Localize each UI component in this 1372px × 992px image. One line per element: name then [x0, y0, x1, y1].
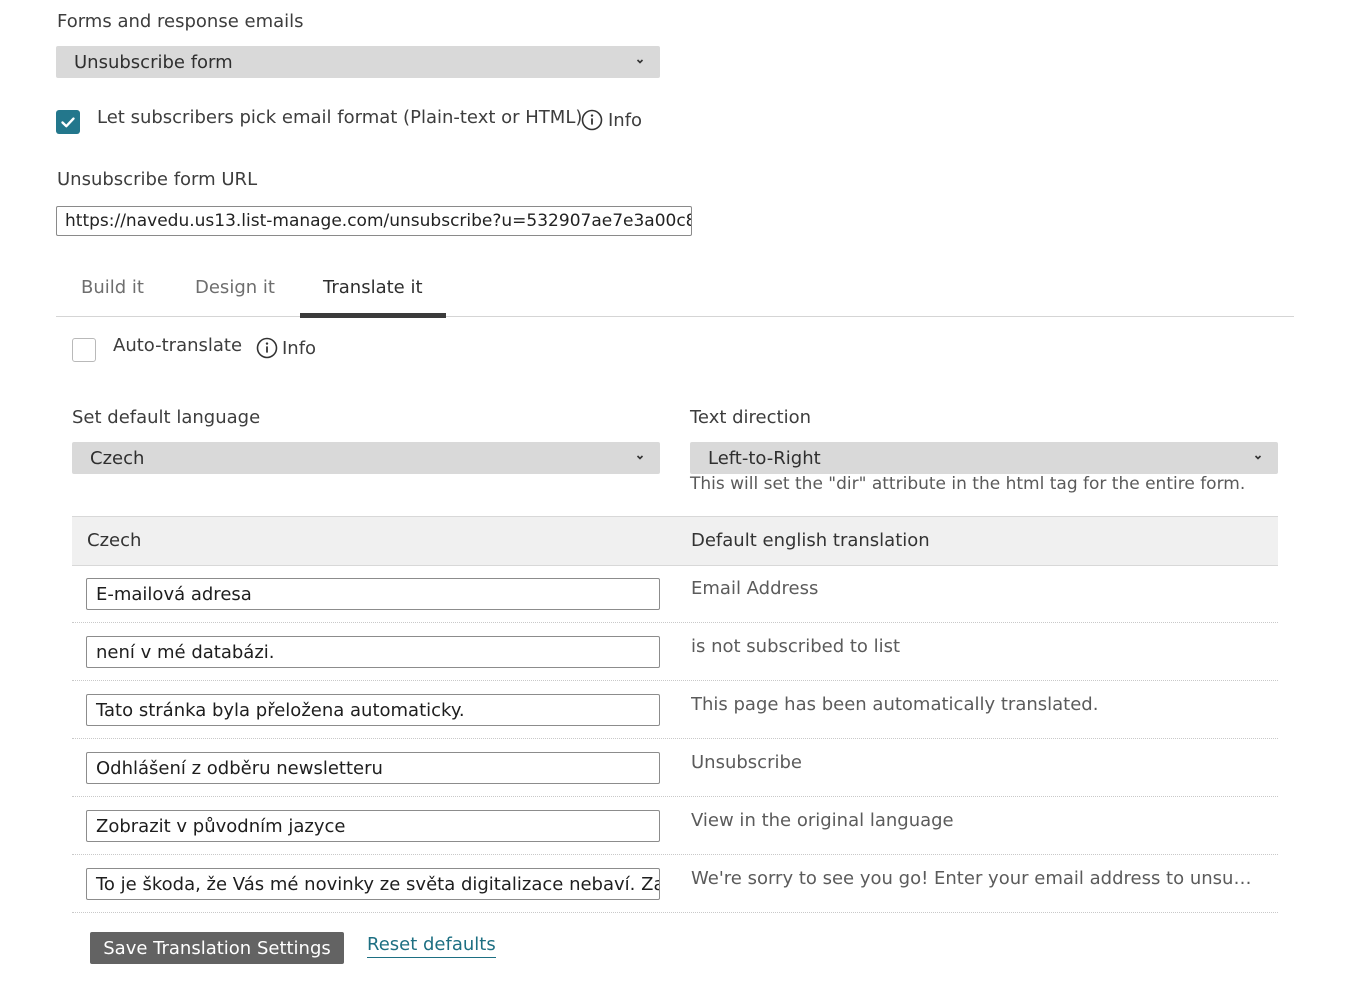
default-language-select[interactable]: Czech	[72, 442, 660, 474]
form-type-select[interactable]: Unsubscribe form	[56, 46, 660, 78]
english-text: Unsubscribe	[691, 752, 802, 773]
chevron-down-icon	[636, 455, 644, 460]
tabs-divider	[56, 316, 1294, 317]
translation-value: To je škoda, že Vás mé novinky ze světa …	[96, 873, 660, 895]
text-direction-label: Text direction	[690, 407, 812, 428]
forms-section-label: Forms and response emails	[57, 11, 304, 32]
default-language-label: Set default language	[72, 407, 261, 428]
info-label: Info	[282, 337, 317, 359]
auto-translate-info-link[interactable]: Info	[256, 337, 316, 359]
unsubscribe-url-label: Unsubscribe form URL	[57, 169, 258, 190]
save-translation-settings-button[interactable]: Save Translation Settings	[90, 932, 344, 964]
email-format-info-link[interactable]: Info	[581, 109, 642, 131]
row-divider	[72, 622, 1278, 623]
translation-table-header	[72, 516, 1278, 566]
english-text: We're sorry to see you go! Enter your em…	[691, 868, 1261, 889]
column-header-english: Default english translation	[691, 530, 930, 551]
default-language-value: Czech	[90, 447, 145, 469]
translation-input[interactable]: E-mailová adresa	[86, 578, 660, 610]
english-text: is not subscribed to list	[691, 636, 901, 657]
row-divider	[72, 738, 1278, 739]
unsubscribe-url-value: https://navedu.us13.list-manage.com/unsu…	[65, 211, 692, 231]
translation-value: Odhlášení z odběru newsletteru	[96, 757, 383, 779]
translation-value: Zobrazit v původním jazyce	[96, 815, 346, 837]
info-label: Info	[608, 109, 643, 131]
translation-input[interactable]: Odhlášení z odběru newsletteru	[86, 752, 660, 784]
column-header-czech: Czech	[87, 530, 142, 551]
info-icon	[256, 337, 278, 359]
chevron-down-icon	[1254, 455, 1262, 460]
row-divider	[72, 680, 1278, 681]
unsubscribe-url-field[interactable]: https://navedu.us13.list-manage.com/unsu…	[56, 206, 692, 236]
info-icon	[581, 109, 603, 131]
translation-value: Tato stránka byla přeložena automaticky.	[96, 699, 465, 721]
email-format-label: Let subscribers pick email format (Plain…	[97, 107, 583, 128]
translation-input[interactable]: To je škoda, že Vás mé novinky ze světa …	[86, 868, 660, 900]
chevron-down-icon	[636, 59, 644, 64]
active-tab-indicator	[300, 313, 446, 318]
form-translation-settings: Forms and response emails Unsubscribe fo…	[0, 0, 1372, 992]
translation-value: E-mailová adresa	[96, 583, 252, 605]
english-text: Email Address	[691, 578, 819, 599]
english-text: View in the original language	[691, 810, 954, 831]
email-format-checkbox[interactable]	[56, 110, 80, 134]
tab-translate-it[interactable]: Translate it	[323, 277, 423, 298]
row-divider	[72, 796, 1278, 797]
translation-input[interactable]: Tato stránka byla přeložena automaticky.	[86, 694, 660, 726]
text-direction-select[interactable]: Left-to-Right	[690, 442, 1278, 474]
auto-translate-label: Auto-translate	[113, 335, 243, 356]
translation-input[interactable]: není v mé databázi.	[86, 636, 660, 668]
auto-translate-checkbox[interactable]	[72, 338, 96, 362]
reset-defaults-link[interactable]: Reset defaults	[367, 934, 496, 958]
translation-value: není v mé databázi.	[96, 641, 275, 663]
tab-design-it[interactable]: Design it	[195, 277, 275, 298]
form-type-value: Unsubscribe form	[74, 51, 233, 73]
tab-build-it[interactable]: Build it	[81, 277, 144, 298]
translation-input[interactable]: Zobrazit v původním jazyce	[86, 810, 660, 842]
text-direction-value: Left-to-Right	[708, 447, 821, 469]
text-direction-help: This will set the "dir" attribute in the…	[690, 474, 1246, 494]
row-divider	[72, 854, 1278, 855]
english-text: This page has been automatically transla…	[691, 694, 1099, 715]
checkmark-icon	[61, 117, 75, 128]
row-divider	[72, 912, 1278, 913]
